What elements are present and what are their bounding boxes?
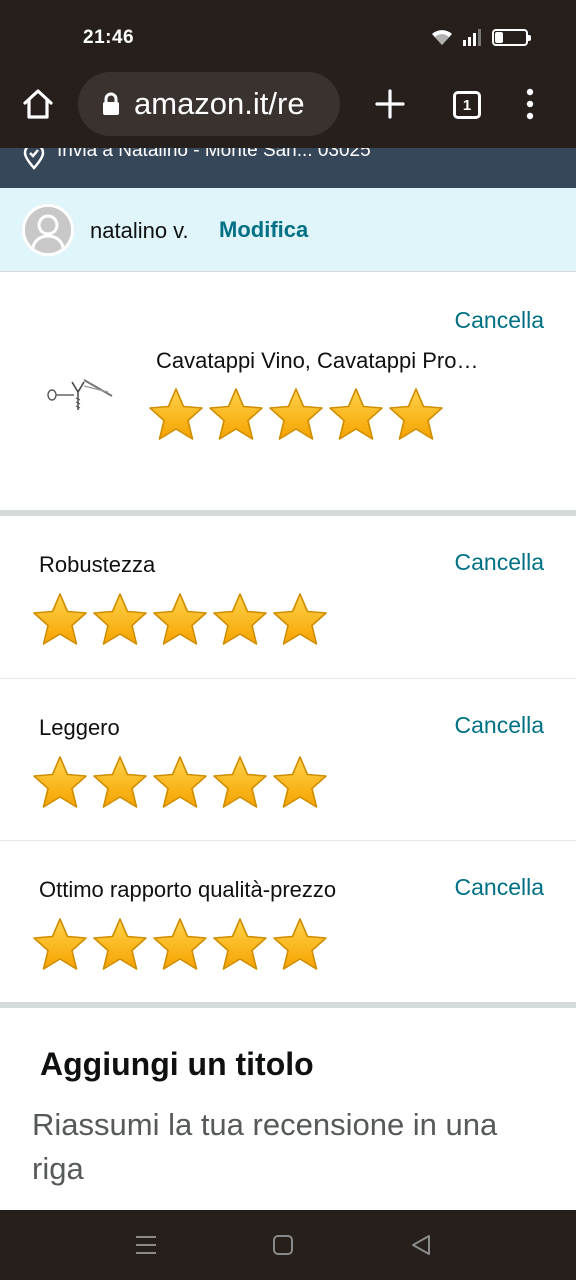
product-title: Cavatappi Vino, Cavatappi Pro… [156,348,479,373]
clear-rating-button[interactable]: Cancella [455,307,545,334]
star-icon[interactable] [326,386,386,444]
status-bar: 21:46 26 [0,0,576,70]
battery-fill [495,31,503,43]
star-icon[interactable] [210,591,270,649]
url-text[interactable]: amazon.it/re [134,86,305,122]
star-icon[interactable] [30,591,90,649]
system-nav-bar [0,1210,576,1280]
clear-rating-button[interactable]: Cancella [455,712,545,739]
star-icon[interactable] [270,754,330,812]
star-icon[interactable] [90,591,150,649]
nav-home-icon[interactable] [270,1232,296,1258]
title-heading: Aggiungi un titolo [40,1046,314,1082]
star-icon[interactable] [150,916,210,974]
reviewer-profile: natalino v. Modifica [0,188,576,272]
star-icon[interactable] [270,916,330,974]
star-icon[interactable] [30,916,90,974]
home-icon[interactable] [20,86,56,122]
product-image [47,379,113,410]
star-icon[interactable] [210,754,270,812]
star-icon[interactable] [30,754,90,812]
menu-icon[interactable] [520,88,540,120]
url-bar[interactable]: amazon.it/re [78,72,340,136]
battery-level: 26 [503,31,517,43]
attribute-rating: Ottimo rapporto qualità-prezzo Cancella [0,841,576,1002]
product-star-rating[interactable] [146,386,446,444]
wifi-icon [432,30,452,45]
star-icon[interactable] [150,754,210,812]
battery-icon: 26 [492,28,531,46]
attribute-rating: Leggero Cancella [0,679,576,840]
profile-name: natalino v. [90,218,189,243]
status-icons: 26 [430,27,531,47]
delivery-text[interactable]: Invia a Natalino - Monte San... 03025 [57,148,371,162]
clear-rating-button[interactable]: Cancella [455,549,545,576]
star-icon[interactable] [210,916,270,974]
attribute-rating: Robustezza Cancella [0,516,576,678]
star-icon[interactable] [270,591,330,649]
star-icon[interactable] [90,916,150,974]
attribute-label: Robustezza [39,552,156,577]
delivery-location[interactable]: Invia a Natalino - Monte San... 03025 [0,148,576,188]
attribute-star-rating[interactable] [30,916,330,974]
attribute-star-rating[interactable] [30,591,330,649]
avatar [22,204,74,256]
plus-icon[interactable] [372,86,408,122]
star-icon[interactable] [266,386,326,444]
star-icon[interactable] [206,386,266,444]
edit-profile-link[interactable]: Modifica [219,217,308,243]
avatar-icon [25,207,71,253]
attribute-label: Ottimo rapporto qualità-prezzo [39,877,337,902]
tabs-button[interactable]: 1 [453,91,481,119]
nav-back-icon[interactable] [408,1232,434,1258]
product-card: Cancella Cavatappi Vino, Cavatappi Pro… [0,272,576,510]
review-title-input[interactable]: Riassumi la tua recensione in una riga [32,1103,532,1191]
signal-icon [463,29,481,46]
browser-toolbar: amazon.it/re 1 [0,70,576,148]
star-icon[interactable] [90,754,150,812]
star-icon[interactable] [150,591,210,649]
status-time: 21:46 [83,27,135,48]
attribute-label: Leggero [39,715,120,740]
review-title-section: Aggiungi un titolo Riassumi la tua recen… [0,1008,576,1210]
attribute-star-rating[interactable] [30,754,330,812]
star-icon[interactable] [146,386,206,444]
tab-count: 1 [462,96,472,114]
location-icon [23,148,45,170]
star-icon[interactable] [386,386,446,444]
nav-menu-icon[interactable] [133,1232,159,1258]
clear-rating-button[interactable]: Cancella [455,874,545,901]
lock-icon [103,92,119,115]
